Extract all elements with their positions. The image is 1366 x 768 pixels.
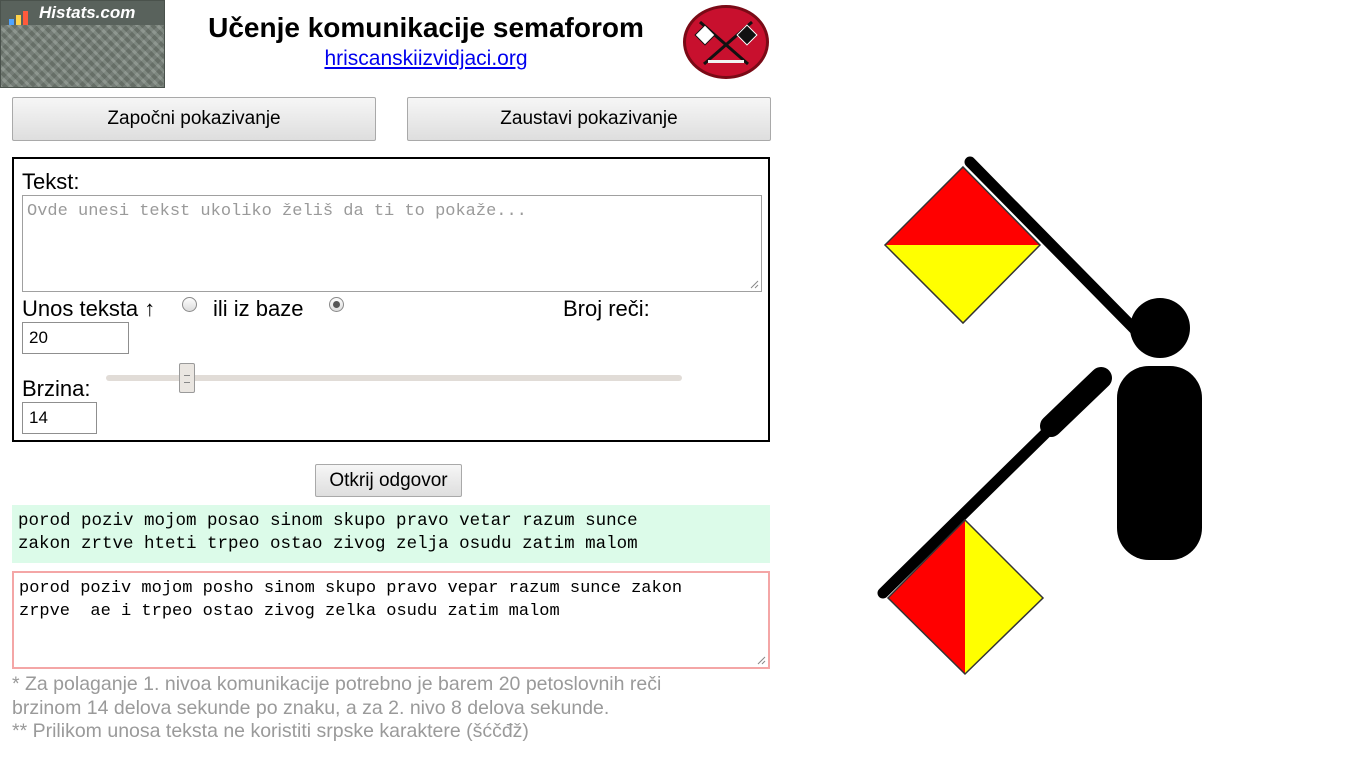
speed-input[interactable]: 14 — [22, 402, 97, 434]
semaphore-signaller-figure — [877, 156, 1202, 676]
crossed-flags-icon — [694, 20, 758, 66]
resize-grip-icon[interactable] — [756, 655, 766, 665]
word-count-input[interactable]: 20 — [22, 322, 129, 354]
figure-arm — [1040, 367, 1112, 437]
histats-name: Histats.com — [39, 3, 136, 22]
reveal-answer-button[interactable]: Otkrij odgovor — [315, 464, 462, 497]
database-label: ili iz baze — [213, 296, 304, 321]
stop-button[interactable]: Zaustavi pokazivanje — [407, 97, 771, 141]
word-count-label: Broj reči: — [563, 296, 650, 321]
text-label: Tekst: — [22, 169, 80, 194]
database-radio[interactable] — [329, 297, 344, 312]
manual-entry-radio[interactable] — [182, 297, 197, 312]
answer-text: porod poziv mojom posao sinom skupo prav… — [12, 505, 770, 563]
note-line-2: brzinom 14 delova sekunde po znaku, a za… — [12, 697, 610, 719]
histats-counter[interactable]: Histats.com — [0, 0, 165, 88]
page-title: Učenje komunikacije semaforom — [208, 12, 644, 43]
user-answer-input[interactable]: porod poziv mojom posho sinom skupo prav… — [12, 571, 770, 669]
bar-chart-icon — [9, 7, 33, 25]
figure-body — [1117, 366, 1202, 560]
speed-slider-thumb[interactable] — [178, 363, 195, 393]
start-button[interactable]: Započni pokazivanje — [12, 97, 376, 141]
upper-flag-yellow — [885, 245, 1040, 323]
manual-entry-label: Unos teksta ↑ — [22, 296, 156, 321]
histats-texture — [1, 25, 164, 87]
user-answer-text: porod poziv mojom posho sinom skupo prav… — [19, 579, 683, 621]
crossed-semaphore-flags-badge — [683, 5, 769, 79]
site-link[interactable]: hriscanskiizvidjaci.org — [190, 47, 662, 71]
speed-label: Brzina: — [22, 376, 91, 401]
text-placeholder: Ovde unesi tekst ukoliko želiš da ti to … — [27, 202, 527, 221]
settings-panel: Tekst: Ovde unesi tekst ukoliko želiš da… — [12, 157, 770, 442]
resize-grip-icon[interactable] — [749, 279, 759, 289]
text-input[interactable]: Ovde unesi tekst ukoliko želiš da ti to … — [22, 195, 762, 292]
figure-head — [1130, 298, 1190, 358]
note-line-3: ** Prilikom unosa teksta ne koristiti sr… — [12, 720, 529, 742]
note-line-1: * Za polaganje 1. nivoa komunikacije pot… — [12, 673, 662, 695]
